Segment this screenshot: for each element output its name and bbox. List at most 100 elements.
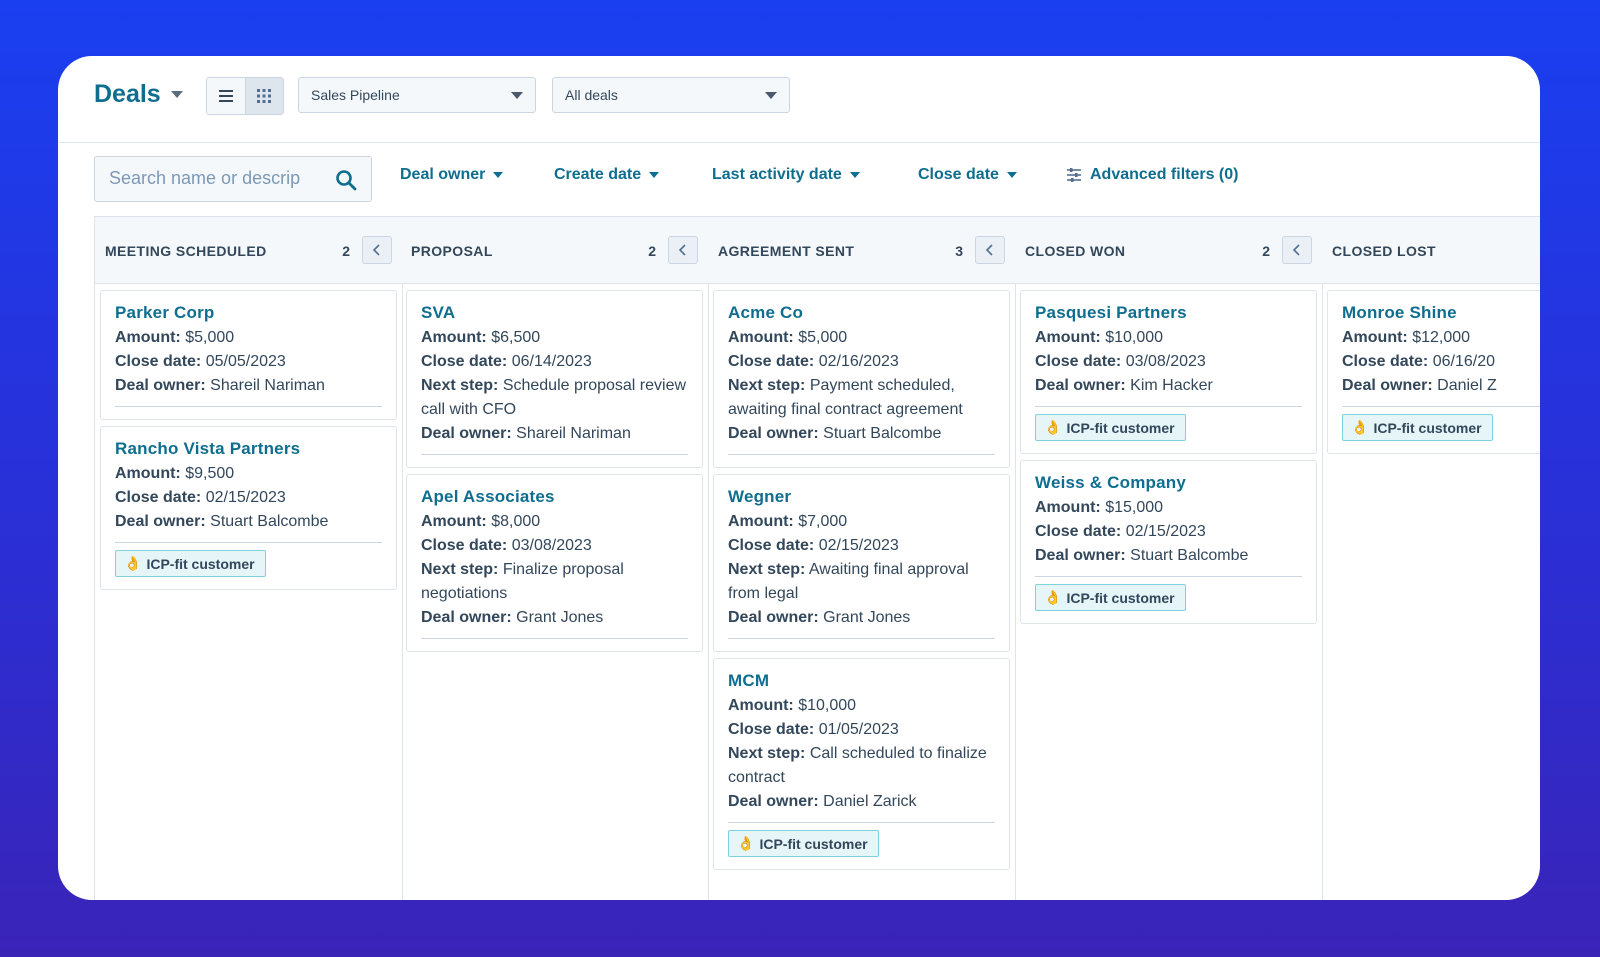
list-view-button[interactable] xyxy=(207,78,245,114)
icp-fit-tag-label: ICP-fit customer xyxy=(1066,589,1175,606)
create-date-filter[interactable]: Create date xyxy=(554,166,660,184)
deal-card[interactable]: Apel Associates Amount: $8,000 Close date:… xyxy=(406,474,703,652)
collapse-column-button[interactable] xyxy=(362,236,392,264)
deal-name-link[interactable]: Apel Associates xyxy=(421,487,688,507)
deal-name-link[interactable]: Wegner xyxy=(728,487,995,507)
deal-owner-label: Deal owner: xyxy=(1342,377,1433,394)
deal-close-date-label: Close date: xyxy=(728,353,815,370)
deal-close-date: Close date: 05/05/2023 xyxy=(115,350,382,374)
deal-name-link[interactable]: Pasquesi Partners xyxy=(1035,303,1302,323)
deal-card[interactable]: Acme Co Amount: $5,000 Close date: 02/16/2… xyxy=(713,290,1010,468)
deal-card[interactable]: MCM Amount: $10,000 Close date: 01/05/2023… xyxy=(713,658,1010,870)
deal-card[interactable]: Monroe Shine Amount: $12,000 Close date: 0… xyxy=(1327,290,1540,454)
chevron-down-icon xyxy=(493,172,504,178)
icp-fit-tag: 👌 ICP-fit customer xyxy=(1035,584,1186,611)
deal-card[interactable]: Rancho Vista Partners Amount: $9,500 Close… xyxy=(100,426,397,590)
deal-owner-label: Deal owner: xyxy=(421,425,512,442)
advanced-filters-button[interactable]: Advanced filters (0) xyxy=(1066,166,1238,184)
column-agreement-sent: AGREEMENT SENT 3 Acme Co Amount: $5,000 Clos… xyxy=(708,217,1016,900)
collapse-column-button[interactable] xyxy=(668,236,698,264)
deal-next-step-label: Next step: xyxy=(728,561,806,578)
deal-close-date-value: 01/05/2023 xyxy=(818,721,899,738)
deal-card[interactable]: SVA Amount: $6,500 Close date: 06/14/2023 N… xyxy=(406,290,703,468)
deal-close-date-value: 03/08/2023 xyxy=(1125,353,1206,370)
deal-close-date-value: 05/05/2023 xyxy=(205,353,286,370)
sliders-icon xyxy=(1067,168,1081,182)
collapse-column-button[interactable] xyxy=(1282,236,1312,264)
deal-owner: Deal owner: Grant Jones xyxy=(421,606,688,630)
deal-next-step: Next step: Finalize proposal negotiation… xyxy=(421,558,688,606)
icp-fit-tag: 👌 ICP-fit customer xyxy=(1035,414,1186,441)
deal-next-step: Next step: Awaiting final approval from … xyxy=(728,558,995,606)
search-box xyxy=(94,156,372,202)
collapse-column-button[interactable] xyxy=(975,236,1005,264)
deal-name-link[interactable]: SVA xyxy=(421,303,688,323)
close-date-filter-label: Close date xyxy=(918,166,999,183)
deal-close-date-label: Close date: xyxy=(1342,353,1429,370)
deal-name-link[interactable]: MCM xyxy=(728,671,995,691)
last-activity-date-filter[interactable]: Last activity date xyxy=(712,166,860,184)
pipeline-select[interactable]: Sales Pipeline xyxy=(298,77,536,113)
deal-close-date-value: 02/15/2023 xyxy=(818,537,899,554)
view-toggle xyxy=(206,77,284,115)
deal-close-date: Close date: 01/05/2023 xyxy=(728,718,995,742)
deal-owner-filter[interactable]: Deal owner xyxy=(400,166,504,184)
close-date-filter[interactable]: Close date xyxy=(918,166,1017,184)
deals-board: MEETING SCHEDULED 2 Parker Corp Amount: $5,… xyxy=(94,216,1540,900)
deal-amount-label: Amount: xyxy=(421,513,487,530)
deal-close-date: Close date: 02/15/2023 xyxy=(115,486,382,510)
deal-owner-label: Deal owner: xyxy=(728,425,819,442)
deal-next-step-label: Next step: xyxy=(421,561,499,578)
chevron-left-icon xyxy=(372,244,380,256)
card-divider xyxy=(728,638,995,639)
deal-name-link[interactable]: Parker Corp xyxy=(115,303,382,323)
deal-card[interactable]: Pasquesi Partners Amount: $10,000 Close da… xyxy=(1020,290,1317,454)
ok-hand-icon: 👌 xyxy=(1044,589,1062,605)
deal-close-date-label: Close date: xyxy=(421,537,508,554)
deal-card[interactable]: Wegner Amount: $7,000 Close date: 02/15/20… xyxy=(713,474,1010,652)
create-date-filter-label: Create date xyxy=(554,166,642,183)
deal-close-date: Close date: 03/08/2023 xyxy=(1035,350,1302,374)
deals-view-select[interactable]: All deals xyxy=(552,77,790,113)
column-closed-won: CLOSED WON 2 Pasquesi Partners Amount: $10,… xyxy=(1015,217,1323,900)
deal-amount: Amount: $5,000 xyxy=(728,326,995,350)
deal-owner: Deal owner: Daniel Zarick xyxy=(728,790,995,814)
deal-name-link[interactable]: Acme Co xyxy=(728,303,995,323)
deal-owner-value: Shareil Nariman xyxy=(210,377,325,394)
deals-view-select-value: All deals xyxy=(565,87,618,103)
deal-amount-value: $5,000 xyxy=(185,329,235,346)
deal-close-date-value: 02/15/2023 xyxy=(1125,523,1206,540)
icp-fit-tag: 👌 ICP-fit customer xyxy=(1342,414,1493,441)
search-input[interactable] xyxy=(107,167,323,190)
deal-close-date-value: 06/14/2023 xyxy=(511,353,592,370)
chevron-down-icon xyxy=(849,172,860,178)
deal-name-link[interactable]: Weiss & Company xyxy=(1035,473,1302,493)
deal-card[interactable]: Weiss & Company Amount: $15,000 Close date… xyxy=(1020,460,1317,624)
card-divider xyxy=(421,638,688,639)
deal-amount-value: $10,000 xyxy=(798,697,857,714)
deal-owner-value: Grant Jones xyxy=(516,609,604,626)
deal-card[interactable]: Parker Corp Amount: $5,000 Close date: 05/… xyxy=(100,290,397,420)
pipeline-select-value: Sales Pipeline xyxy=(311,87,400,103)
column-header: MEETING SCHEDULED 2 xyxy=(95,217,402,284)
deal-close-date-value: 03/08/2023 xyxy=(511,537,592,554)
column-count: 2 xyxy=(342,243,350,259)
column-header: AGREEMENT SENT 3 xyxy=(708,217,1015,284)
board-view-button[interactable] xyxy=(244,78,283,114)
deal-name-link[interactable]: Monroe Shine xyxy=(1342,303,1540,323)
chevron-left-icon xyxy=(1292,244,1300,256)
column-count: 2 xyxy=(648,243,656,259)
deal-amount-value: $15,000 xyxy=(1105,499,1164,516)
deal-name-link[interactable]: Rancho Vista Partners xyxy=(115,439,382,459)
deal-amount-label: Amount: xyxy=(728,329,794,346)
ok-hand-icon: 👌 xyxy=(1351,419,1369,435)
deal-amount: Amount: $8,000 xyxy=(421,510,688,534)
deal-next-step-label: Next step: xyxy=(728,745,806,762)
deal-owner-label: Deal owner: xyxy=(421,609,512,626)
deal-close-date-label: Close date: xyxy=(421,353,508,370)
search-icon[interactable] xyxy=(335,169,357,196)
deals-title-menu[interactable]: Deals xyxy=(94,80,183,109)
list-icon xyxy=(218,90,233,102)
deal-close-date-label: Close date: xyxy=(115,353,202,370)
column-closed-lost: CLOSED LOST Monroe Shine Amount: $12,000 Cl… xyxy=(1322,217,1540,900)
